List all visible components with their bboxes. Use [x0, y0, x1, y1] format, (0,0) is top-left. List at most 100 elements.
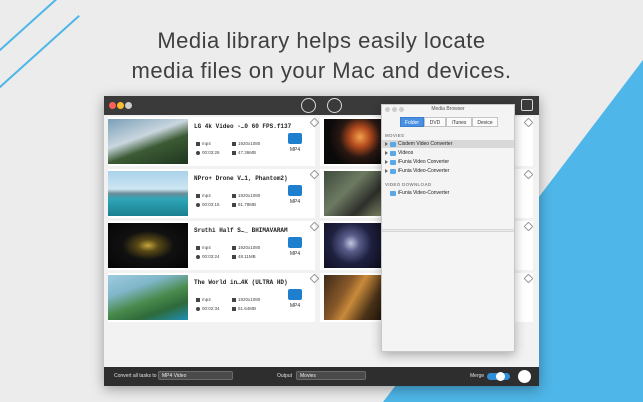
- tree-item[interactable]: Videos: [382, 149, 514, 157]
- video-thumbnail: [108, 171, 188, 216]
- minimize-window-button[interactable]: [117, 102, 124, 109]
- video-thumbnail: [108, 119, 188, 164]
- video-title: Sruthi Half S…_ BHIMAVARAM: [194, 227, 288, 234]
- video-card[interactable]: The World in…4K (ULTRA HD) mp4 1920x1080…: [108, 273, 320, 322]
- convert-all-select[interactable]: MP4 Video: [158, 371, 233, 380]
- tab-folder[interactable]: Folder: [400, 117, 424, 127]
- file-icon: [196, 245, 200, 250]
- video-resolution: 1920x1080: [232, 245, 260, 250]
- video-thumbnail: [324, 171, 384, 216]
- panel-title: Media Browser: [431, 106, 465, 112]
- video-container: mp4: [196, 245, 211, 250]
- video-duration: 00:03:24: [196, 254, 220, 259]
- file-icon: [196, 193, 200, 198]
- disclosure-icon[interactable]: [385, 151, 388, 155]
- file-icon: [196, 141, 200, 146]
- zoom-window-button[interactable]: [125, 102, 132, 109]
- video-duration: 00:03:15: [196, 202, 220, 207]
- resolution-icon: [232, 245, 236, 250]
- video-size: 47.36MB: [232, 150, 256, 155]
- video-resolution: 1920x1080: [232, 193, 260, 198]
- folder-icon: [390, 141, 396, 147]
- folder-icon: [390, 190, 396, 196]
- clock-icon: [196, 306, 200, 311]
- video-card[interactable]: LG 4k Video -…0 60 FPS.f137 mp4 1920x108…: [108, 117, 320, 166]
- video-size: 81.78MB: [232, 202, 256, 207]
- file-icon: [196, 297, 200, 302]
- video-duration: 00:03:26: [196, 150, 220, 155]
- convert-button[interactable]: [518, 370, 531, 383]
- output-format-label[interactable]: MP4: [286, 199, 304, 205]
- headline-line-1: Media library helps easily locate: [157, 28, 486, 53]
- close-window-button[interactable]: [109, 102, 116, 109]
- merge-label: Merge: [470, 373, 485, 379]
- clock-icon: [196, 202, 200, 207]
- tab-itunes[interactable]: iTunes: [446, 117, 472, 127]
- tree-item[interactable]: iFunia Video-Converter: [382, 189, 514, 197]
- tree-item[interactable]: iFunia Video-Converter: [382, 167, 514, 175]
- video-size: 51.64MB: [232, 306, 256, 311]
- resolution-icon: [232, 297, 236, 302]
- movies-section-header: MOVIES: [385, 133, 405, 138]
- size-icon: [232, 202, 236, 207]
- headline-line-2: media files on your Mac and devices.: [131, 58, 512, 83]
- video-card[interactable]: Sruthi Half S…_ BHIMAVARAM mp4 1920x1080…: [108, 221, 320, 270]
- media-browser-icon[interactable]: [521, 99, 533, 111]
- edit-icon[interactable]: [523, 221, 534, 232]
- edit-icon[interactable]: [523, 169, 534, 180]
- headline: Media library helps easily locate media …: [0, 26, 643, 86]
- video-title: The World in…4K (ULTRA HD): [194, 279, 288, 286]
- size-icon: [232, 306, 236, 311]
- media-browser-panel: Media Browser Folder DVD iTunes Device M…: [381, 104, 515, 352]
- video-title: NPro+ Drone V…1, Phantom2): [194, 175, 288, 182]
- edit-icon[interactable]: [523, 273, 534, 284]
- format-icon[interactable]: [288, 133, 302, 144]
- resolution-icon: [232, 193, 236, 198]
- folder-icon: [390, 168, 396, 174]
- output-format-label[interactable]: MP4: [286, 303, 304, 309]
- format-icon[interactable]: [288, 185, 302, 196]
- resolution-icon: [232, 141, 236, 146]
- video-duration: 00:02:34: [196, 306, 220, 311]
- video-thumbnail: [108, 223, 188, 268]
- video-resolution: 1920x1080: [232, 297, 260, 302]
- video-container: mp4: [196, 193, 211, 198]
- clock-icon: [196, 254, 200, 259]
- video-size: 48.11MB: [232, 254, 256, 259]
- tab-device[interactable]: Device: [472, 117, 498, 127]
- disclosure-icon[interactable]: [385, 169, 388, 173]
- folder-icon: [390, 150, 396, 156]
- folder-icon: [390, 159, 396, 165]
- tab-dvd[interactable]: DVD: [424, 117, 446, 127]
- format-icon[interactable]: [288, 289, 302, 300]
- video-container: mp4: [196, 297, 211, 302]
- video-thumbnail: [108, 275, 188, 320]
- video-thumbnail: [324, 119, 384, 164]
- tree-item[interactable]: Cisdem Video Converter: [382, 140, 514, 148]
- video-thumbnail: [324, 275, 384, 320]
- disclosure-icon[interactable]: [385, 142, 388, 146]
- format-icon[interactable]: [288, 237, 302, 248]
- panel-split-divider[interactable]: [382, 229, 514, 232]
- tree-item[interactable]: iFunia Video Converter: [382, 158, 514, 166]
- clock-icon: [196, 150, 200, 155]
- size-icon: [232, 254, 236, 259]
- convert-all-label: Convert all tasks to: [114, 373, 157, 379]
- video-title: LG 4k Video -…0 60 FPS.f137: [194, 123, 292, 130]
- output-format-label[interactable]: MP4: [286, 147, 304, 153]
- video-thumbnail: [324, 223, 384, 268]
- output-select[interactable]: Movies: [296, 371, 366, 380]
- bottom-toolbar: Convert all tasks to MP4 Video Output Mo…: [104, 367, 539, 386]
- edit-icon[interactable]: [523, 117, 534, 128]
- convert-mode-icon[interactable]: [301, 98, 316, 113]
- video-download-section-header: VIDEO DOWNLOAD: [385, 182, 432, 187]
- disclosure-icon[interactable]: [385, 160, 388, 164]
- output-label: Output: [277, 373, 293, 379]
- merge-toggle-knob[interactable]: [496, 372, 505, 381]
- video-resolution: 1920x1080: [232, 141, 260, 146]
- size-icon: [232, 150, 236, 155]
- output-format-label[interactable]: MP4: [286, 251, 304, 257]
- dvd-mode-icon[interactable]: [327, 98, 342, 113]
- video-card[interactable]: NPro+ Drone V…1, Phantom2) mp4 1920x1080…: [108, 169, 320, 218]
- video-container: mp4: [196, 141, 211, 146]
